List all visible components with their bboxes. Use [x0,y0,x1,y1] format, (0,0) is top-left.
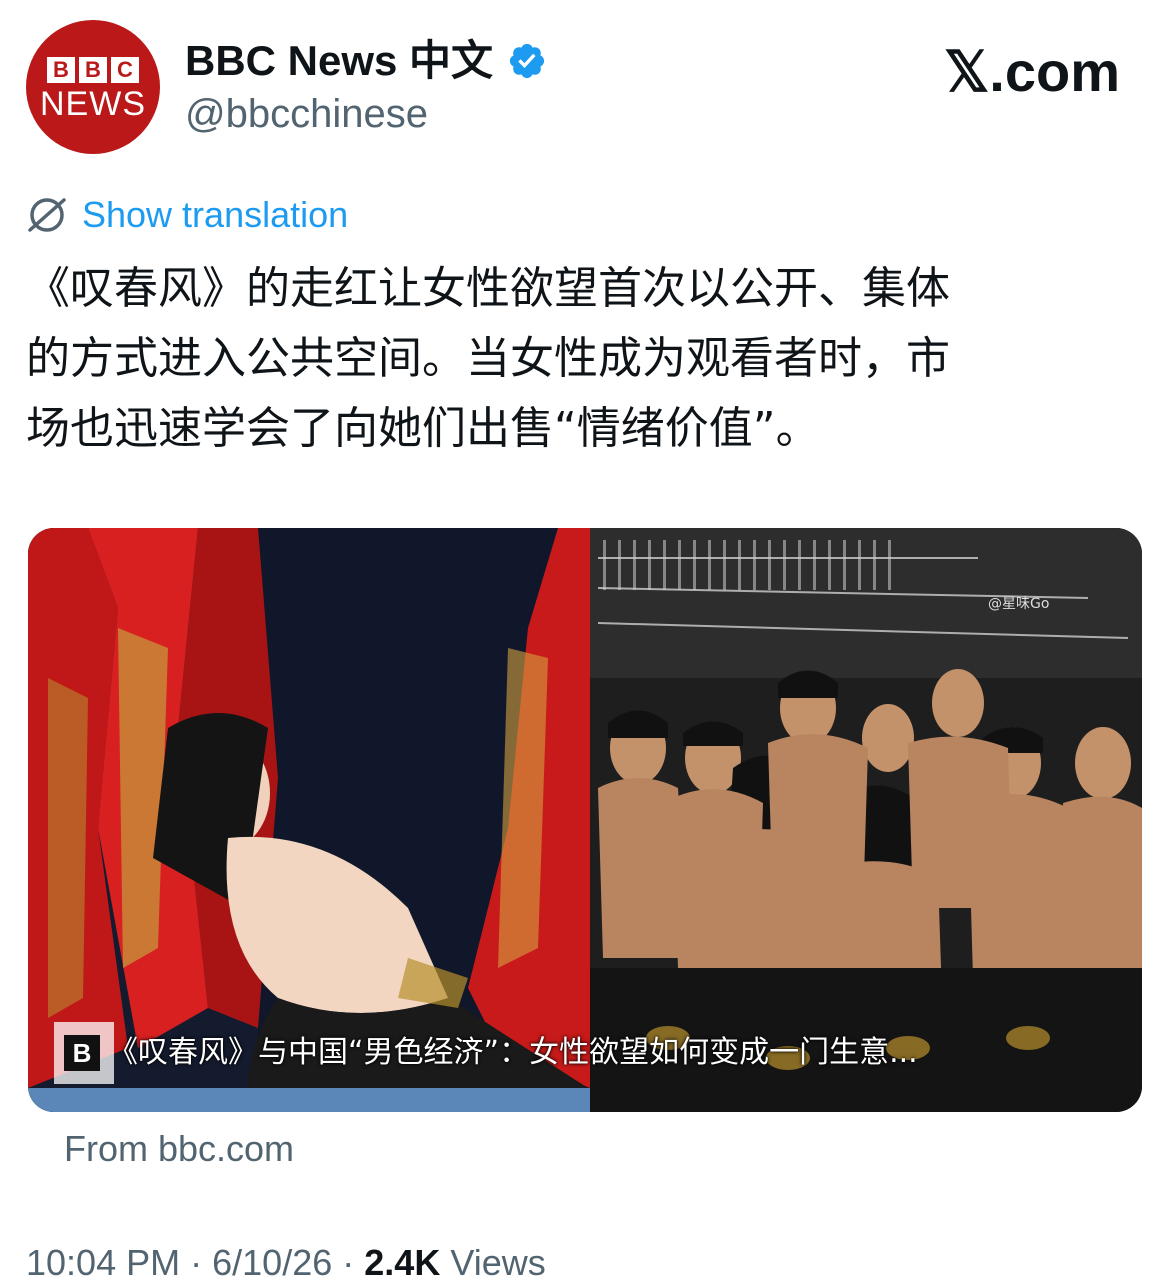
tweet-date[interactable]: 6/10/26 [212,1242,332,1283]
views-count: 2.4K [364,1242,441,1283]
link-source[interactable]: From bbc.com [64,1126,294,1172]
tweet-time[interactable]: 10:04 PM [26,1242,180,1283]
user-handle[interactable]: @bbcchinese [185,90,428,138]
tweet-text-line: 《叹春风》的走红让女性欲望首次以公开、集体 [26,263,950,314]
display-name[interactable]: BBC News 中文 [185,36,547,86]
bbc-source-badge: B [64,1035,100,1071]
bbc-logo-letter: C [111,57,139,83]
tweet-text-line: 的方式进入公共空间。当女性成为观看者时，市 [26,333,950,384]
bbc-logo-letter: B [47,57,75,83]
display-name-text: BBC News 中文 [185,37,494,84]
show-translation-label: Show translation [82,194,349,235]
avatar[interactable]: B B C NEWS [26,20,160,154]
bbc-logo-letter: B [79,57,107,83]
show-translation-button[interactable]: Show translation [26,192,348,238]
tweet-text-line: 场也迅速学会了向她们出售“情绪价值”。 [26,403,820,454]
meta-separator: · [190,1242,203,1283]
bbc-logo: B B C [47,57,139,83]
tweet-text: 《叹春风》的走红让女性欲望首次以公开、集体 的方式进入公共空间。当女性成为观看者… [26,254,1144,464]
site-mark: 𝕏.com [944,40,1120,103]
link-card-caption: B 《叹春风》与中国“男色经济”：女性欲望如何变成一门生意... [54,1022,1142,1084]
tweet-meta: 10:04 PM · 6/10/26 · 2.4K Views [26,1240,546,1286]
views-label: Views [450,1242,546,1283]
link-card-image[interactable]: @星味Go B 《叹春风》与中国“男色经济”：女性欲望如何变成一门生意... [28,528,1142,1112]
watermark: @星味Go [988,596,1049,612]
meta-separator: · [342,1242,355,1283]
globe-icon [26,194,68,236]
verified-badge-icon [507,41,547,81]
bbc-logo-news-word: NEWS [40,85,146,123]
link-card-title: 《叹春风》与中国“男色经济”：女性欲望如何变成一门生意... [108,1035,918,1070]
